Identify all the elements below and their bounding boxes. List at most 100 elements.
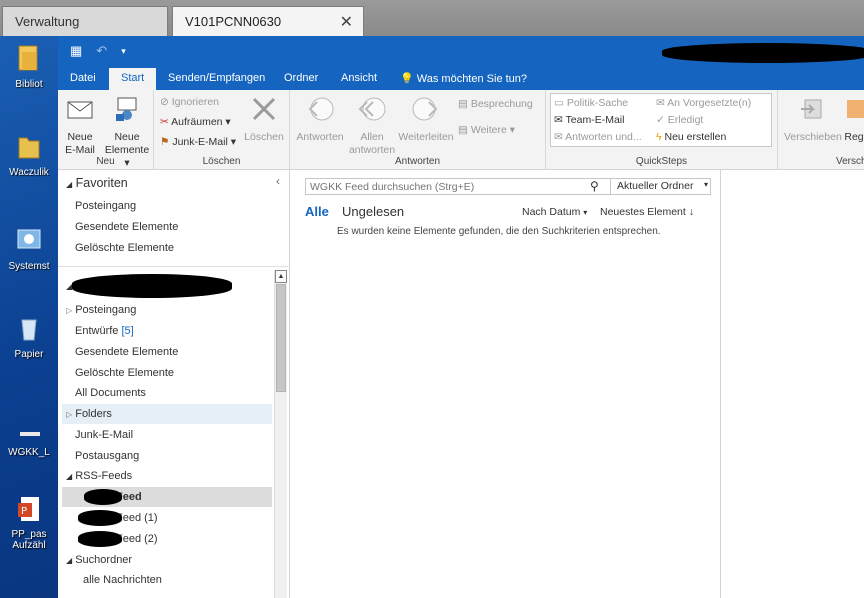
expand-triangle-icon: ▷	[66, 306, 73, 315]
desktop-icon-powerpoint[interactable]: P PP_pas Aufzähl	[0, 494, 58, 551]
ignore-label: Ignorieren	[171, 96, 220, 108]
customize-toolbar-icon[interactable]: ▾	[121, 43, 126, 59]
folder-all-messages[interactable]: alle Nachrichten	[83, 574, 162, 586]
scrollbar-thumb[interactable]	[276, 284, 286, 392]
tab-verwaltung[interactable]: Verwaltung	[2, 6, 168, 36]
folder-all-documents[interactable]: All Documents	[75, 387, 146, 399]
tab-senden-empfangen[interactable]: Senden/Empfangen	[168, 68, 265, 90]
ignore-icon: ⊘	[160, 96, 169, 108]
group-antworten: Antworten Allen antworten Weiterleiten ▤…	[290, 90, 546, 170]
folder-label: Entwürfe	[75, 325, 119, 337]
new-items-icon	[116, 97, 137, 121]
desktop-icon-system[interactable]: Systemst	[0, 226, 58, 272]
close-icon[interactable]: ✕	[340, 12, 353, 32]
rules-button[interactable]: Reg	[842, 94, 864, 144]
desktop-icon-label: Papier	[14, 349, 44, 360]
scroll-up-icon[interactable]: ▲	[275, 270, 287, 283]
search-box[interactable]: ⚲ Aktueller Ordner ▾	[305, 178, 711, 195]
folder-label: Posteingang	[75, 304, 137, 316]
message-list: ⚲ Aktueller Ordner ▾ Alle Ungelesen Nach…	[291, 170, 721, 598]
system-control-icon	[17, 229, 41, 249]
favorites-label: Favoriten	[75, 176, 128, 190]
fav-sent[interactable]: Gesendete Elemente	[75, 221, 178, 233]
ignore-button[interactable]: ⊘ Ignorieren	[160, 96, 219, 108]
desktop-icon-library[interactable]: Bibliot	[0, 44, 58, 90]
reply-all-icon	[358, 97, 386, 121]
reply-button[interactable]: Antworten	[294, 94, 346, 144]
tab-ansicht[interactable]: Ansicht	[341, 68, 377, 90]
folder-outbox[interactable]: Postausgang	[75, 450, 139, 462]
desktop-icon-wgkk[interactable]: WGKK_L	[0, 412, 58, 458]
more-respond-button[interactable]: ▤ Weitere ▾	[458, 124, 515, 136]
quickstep-reply-delete[interactable]: ✉ Antworten und...	[554, 131, 642, 143]
reply-all-button[interactable]: Allen antworten	[348, 94, 396, 157]
folder-label: Suchordner	[75, 554, 133, 566]
search-scope-dropdown[interactable]: Aktueller Ordner ▾	[610, 179, 712, 194]
folder-search-folders[interactable]: ◢ Suchordner	[66, 554, 132, 566]
delete-button[interactable]: Löschen	[242, 94, 286, 144]
move-button[interactable]: Verschieben	[784, 94, 842, 144]
forward-button[interactable]: Weiterleiten	[398, 94, 454, 144]
remote-session-tabstrip: Verwaltung V101PCNN0630 ✕	[0, 0, 864, 36]
folder-folders[interactable]: ▷ Folders	[66, 408, 112, 420]
move-label: Verschieben	[784, 131, 842, 143]
folder-rss[interactable]: ◢ RSS-Feeds	[66, 470, 132, 482]
filter-all[interactable]: Alle	[305, 204, 329, 219]
more-icon: ▤	[458, 124, 468, 136]
chevron-down-icon: ▾	[703, 180, 708, 189]
sort-by-dropdown[interactable]: Nach Datum ▾	[522, 206, 587, 218]
group-label: Löschen	[202, 156, 241, 167]
folder-deleted[interactable]: Gelöschte Elemente	[75, 367, 174, 379]
undo-icon[interactable]: ↶	[96, 43, 107, 59]
tab-datei[interactable]: Datei	[70, 68, 96, 90]
desktop-icon-label: Waczulik	[9, 167, 49, 178]
chevron-down-icon: ▾	[583, 208, 588, 217]
fav-inbox[interactable]: Posteingang	[75, 200, 136, 212]
new-items-label-1: Neue	[114, 131, 140, 143]
delete-label: Löschen	[244, 131, 284, 143]
new-email-icon	[67, 101, 93, 119]
folder-inbox[interactable]: ▷ Posteingang	[66, 304, 136, 316]
quick-access-toolbar: ▦ ↶ ▾	[70, 43, 126, 59]
quickstep-team-email[interactable]: ✉ Team-E-Mail	[554, 114, 624, 126]
quickstep-to-manager[interactable]: ✉ An Vorgesetzte(n)	[656, 97, 751, 109]
quickstep-label: Antworten und...	[565, 131, 642, 143]
folder-junk[interactable]: Junk-E-Mail	[75, 429, 133, 441]
cleanup-button[interactable]: ✂ Aufräumen ▾	[160, 116, 231, 128]
group-loeschen: ⊘ Ignorieren ✂ Aufräumen ▾ ⚑ Junk-E-Mail…	[154, 90, 290, 170]
favorites-header[interactable]: ◢ Favoriten	[66, 176, 128, 190]
desktop-icon-label: Bibliot	[15, 79, 43, 90]
tab-ordner[interactable]: Ordner	[284, 68, 318, 90]
reply-all-label-1: Allen	[360, 131, 384, 143]
folder-feed-2[interactable]: Feed (2)	[116, 533, 158, 545]
collapse-pane-icon[interactable]: ‹	[276, 174, 280, 188]
junk-button[interactable]: ⚑ Junk-E-Mail ▾	[160, 136, 236, 148]
desktop: Bibliot Waczulik Systemst Papier WGKK_L …	[0, 36, 58, 598]
fav-deleted[interactable]: Gelöschte Elemente	[75, 242, 174, 254]
meeting-icon: ▤	[458, 98, 468, 110]
tell-me-search[interactable]: 💡 Was möchten Sie tun?	[400, 68, 527, 90]
quickstep-label: An Vorgesetzte(n)	[667, 97, 752, 109]
desktop-icon-user-folder[interactable]: Waczulik	[0, 132, 58, 178]
filter-unread[interactable]: Ungelesen	[342, 204, 404, 219]
folder-feed-1[interactable]: Feed (1)	[116, 512, 158, 524]
tab-start[interactable]: Start	[109, 68, 157, 90]
search-icon[interactable]: ⚲	[590, 179, 599, 193]
folder-drafts[interactable]: Entwürfe [5]	[75, 325, 134, 337]
search-input[interactable]	[310, 180, 590, 193]
folder-scrollbar[interactable]: ▲	[274, 270, 287, 598]
quickstep-done[interactable]: ✓ Erledigt	[656, 114, 703, 126]
folder-sent[interactable]: Gesendete Elemente	[75, 346, 178, 358]
quickstep-politik-sache[interactable]: ▭ Politik-Sache	[554, 97, 628, 109]
send-receive-all-icon[interactable]: ▦	[70, 43, 82, 59]
quickstep-create-new[interactable]: ϟ Neu erstellen	[656, 131, 726, 143]
group-quicksteps: ▭ Politik-Sache ✉ Team-E-Mail ✉ Antworte…	[546, 90, 778, 170]
sort-order-toggle[interactable]: Neuestes Element ↓	[600, 206, 694, 218]
group-verschieben: Verschieben Reg Verschie	[778, 90, 864, 170]
move-icon	[801, 99, 822, 119]
desktop-icon-recycle-bin[interactable]: Papier	[0, 314, 58, 360]
new-email-button[interactable]: Neue E-Mail	[62, 94, 98, 157]
meeting-button[interactable]: ▤ Besprechung	[458, 98, 533, 110]
rules-label: Reg	[844, 131, 864, 143]
tab-v101pcnn0630[interactable]: V101PCNN0630 ✕	[172, 6, 364, 36]
